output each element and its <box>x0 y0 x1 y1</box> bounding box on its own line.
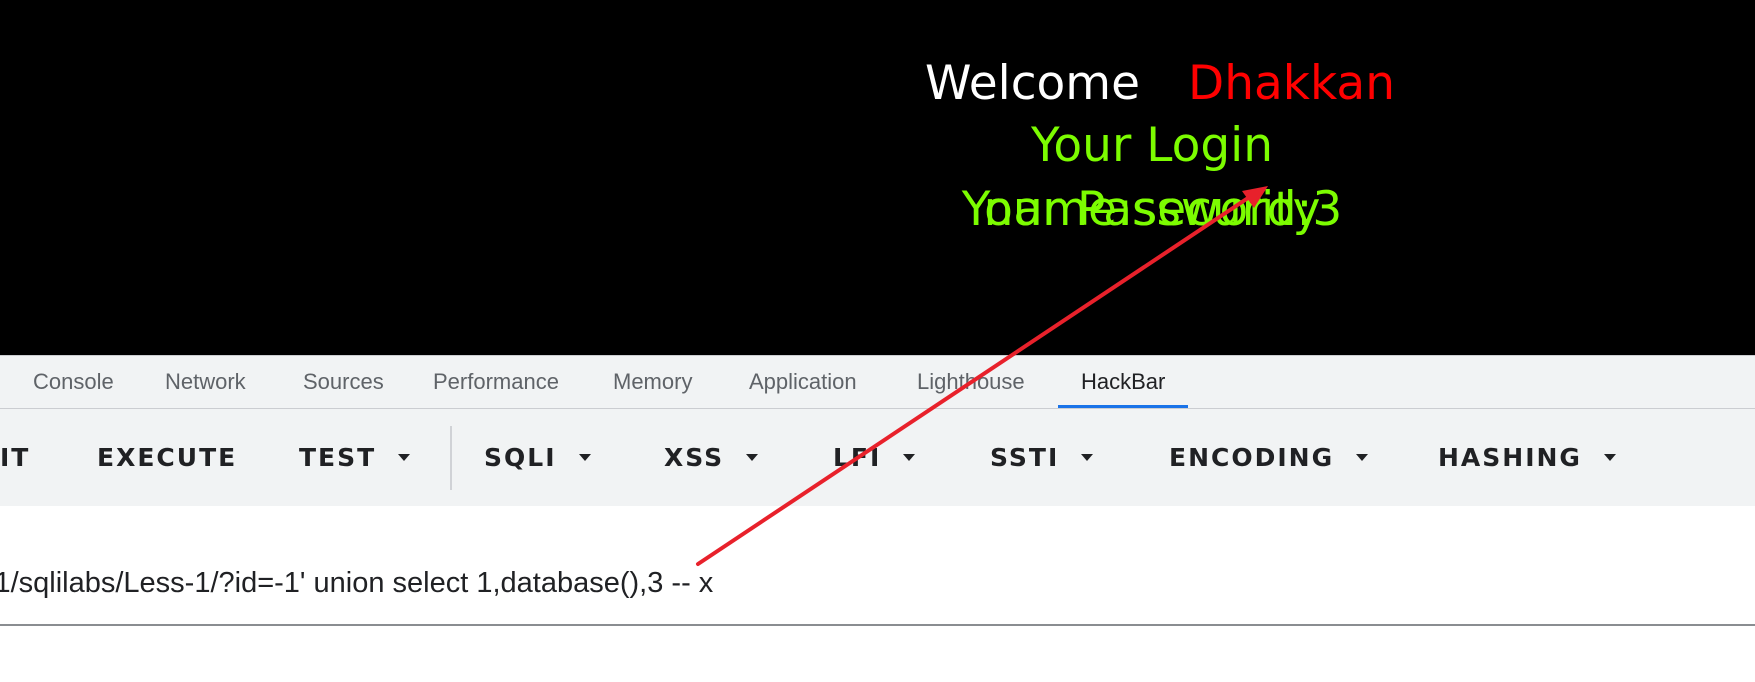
welcome-label: Welcome <box>925 56 1140 111</box>
lfi-label: LFI <box>833 443 882 472</box>
caret-down-icon <box>1603 453 1616 461</box>
tab-hackbar[interactable]: HackBar <box>1058 356 1189 408</box>
sqli-lab-page: Welcome Dhakkan Your Login name:security… <box>0 0 1755 355</box>
test-label: TEST <box>299 443 377 472</box>
tab-lighthouse[interactable]: Lighthouse <box>894 356 1048 408</box>
tab-memory[interactable]: Memory <box>590 356 715 408</box>
password-line: Your Password:3 <box>961 182 1343 237</box>
sqli-dropdown[interactable]: SQLI <box>484 409 591 506</box>
ssti-label: SSTI <box>990 443 1060 472</box>
xss-dropdown[interactable]: XSS <box>664 409 759 506</box>
caret-down-icon <box>903 453 916 461</box>
hackbar-toolbar: IT EXECUTE TEST SQLI XSS LFI SSTI ENCODI… <box>0 409 1755 506</box>
ssti-dropdown[interactable]: SSTI <box>990 409 1094 506</box>
caret-down-icon <box>746 453 759 461</box>
lfi-dropdown[interactable]: LFI <box>833 409 916 506</box>
execute-button[interactable]: EXECUTE <box>97 409 237 506</box>
tab-console[interactable]: Console <box>10 356 137 408</box>
hashing-dropdown[interactable]: HASHING <box>1438 409 1616 506</box>
execute-label: EXECUTE <box>97 443 238 472</box>
toolbar-divider <box>450 426 452 490</box>
sqli-label: SQLI <box>484 443 557 472</box>
split-label: IT <box>0 443 31 472</box>
welcome-name: Dhakkan <box>1188 56 1395 111</box>
split-button[interactable]: IT <box>0 409 30 506</box>
test-dropdown[interactable]: TEST <box>299 409 411 506</box>
xss-label: XSS <box>664 443 725 472</box>
tab-application[interactable]: Application <box>726 356 880 408</box>
tab-sources[interactable]: Sources <box>280 356 407 408</box>
caret-down-icon <box>578 453 591 461</box>
caret-down-icon <box>1081 453 1094 461</box>
caret-down-icon <box>1356 453 1369 461</box>
encoding-label: ENCODING <box>1169 443 1335 472</box>
devtools-tab-bar: Console Network Sources Performance Memo… <box>0 355 1755 409</box>
caret-down-icon <box>398 453 411 461</box>
hashing-label: HASHING <box>1438 443 1582 472</box>
tab-performance[interactable]: Performance <box>410 356 582 408</box>
tab-network[interactable]: Network <box>142 356 269 408</box>
url-input-area <box>0 506 1755 626</box>
encoding-dropdown[interactable]: ENCODING <box>1169 409 1369 506</box>
url-input[interactable] <box>0 561 1755 605</box>
